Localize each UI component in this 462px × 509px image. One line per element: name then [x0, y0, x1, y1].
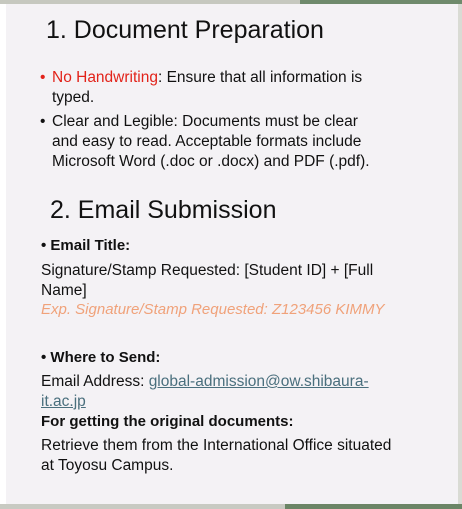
- bullet-text: : Ensure that all information is: [157, 69, 363, 86]
- bullet-line-2: and easy to read. Acceptable formats inc…: [52, 133, 362, 150]
- email-address-line-1: Email Address: global-admission@ow.shiba…: [41, 372, 441, 392]
- email-title-example: Exp. Signature/Stamp Requested: Z123456 …: [41, 301, 385, 318]
- email-title-line-1: Signature/Stamp Requested: [Student ID] …: [41, 262, 374, 279]
- email-address-prefix: Email Address:: [41, 373, 149, 390]
- bullet-body: Clear and Legible: Documents must be cle…: [52, 112, 370, 172]
- section-heading-document-preparation: 1. Document Preparation: [46, 16, 324, 44]
- bullet-dot: •: [40, 113, 46, 130]
- email-title-line-2: Name]: [41, 282, 87, 299]
- bullet-clear-legible: • Clear and Legible: Documents must be c…: [40, 112, 440, 172]
- bottom-border-left: [0, 504, 285, 509]
- bullet-dot: •: [40, 69, 46, 86]
- original-documents-line-1: Retrieve them from the International Off…: [41, 437, 392, 454]
- original-documents-line-2: at Toyosu Campus.: [41, 457, 174, 474]
- email-address-link[interactable]: global-admission@ow.shibaura-: [149, 373, 369, 390]
- section-heading-email-submission: 2. Email Submission: [50, 196, 277, 224]
- email-title-label: • Email Title:: [41, 237, 131, 254]
- slide-card: 1. Document Preparation • No Handwriting…: [6, 4, 458, 504]
- bottom-border-right: [285, 504, 462, 509]
- email-title-description: Signature/Stamp Requested: [Student ID] …: [41, 261, 441, 301]
- bullet-body: No Handwriting: Ensure that all informat…: [52, 68, 362, 108]
- bullet-no-handwriting: • No Handwriting: Ensure that all inform…: [40, 68, 440, 108]
- original-documents-label: For getting the original documents:: [41, 413, 294, 430]
- bullet-line-1: Clear and Legible: Documents must be cle…: [52, 113, 358, 130]
- where-to-send-label: • Where to Send:: [41, 349, 161, 366]
- email-address-block: Email Address: global-admission@ow.shiba…: [41, 372, 441, 412]
- bottom-border: [0, 504, 462, 509]
- bullet-line-3: Microsoft Word (.doc or .docx) and PDF (…: [52, 153, 370, 170]
- email-address-link-continued[interactable]: it.ac.jp: [41, 393, 86, 410]
- original-documents-description: Retrieve them from the International Off…: [41, 436, 451, 476]
- bullet-line: No Handwriting: Ensure that all informat…: [52, 68, 362, 88]
- bullet-line-2: typed.: [52, 89, 95, 106]
- highlight-no-handwriting: No Handwriting: [52, 69, 158, 86]
- email-address-line-2: it.ac.jp: [41, 392, 441, 412]
- right-edge: [458, 4, 462, 504]
